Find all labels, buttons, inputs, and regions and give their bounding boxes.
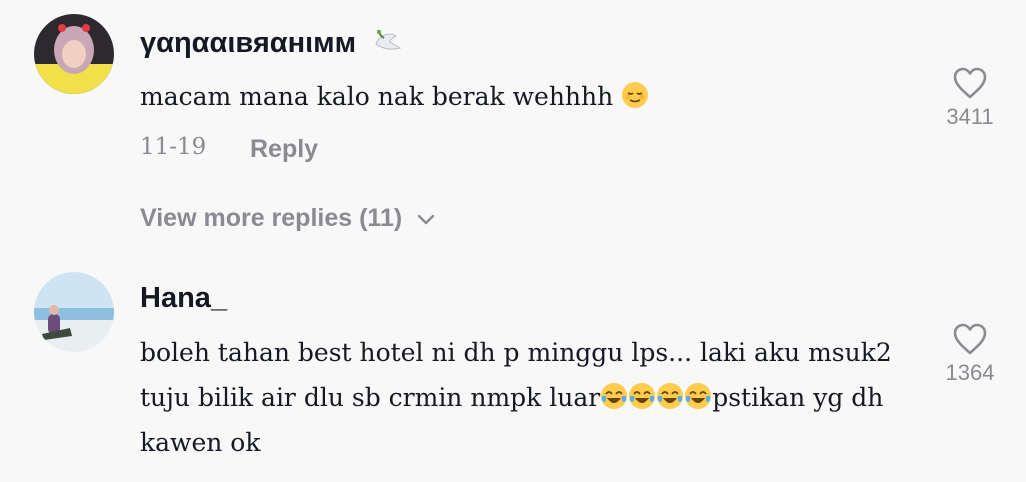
comment-date: 11-19: [140, 134, 207, 160]
dove-icon: [370, 24, 404, 66]
tears-of-joy-emoji: [685, 383, 712, 409]
comment-username[interactable]: γαηααιвяαнιмм: [140, 24, 404, 66]
reply-button[interactable]: Reply: [250, 135, 318, 164]
tears-of-joy-emoji: [657, 383, 684, 409]
heart-icon: [953, 67, 987, 99]
view-more-replies[interactable]: View more replies (11): [140, 204, 436, 233]
heart-icon: [953, 323, 987, 355]
comment-username[interactable]: Hana_: [140, 282, 227, 315]
comment-item: γαηααιвяαнιмм macam mana kalo nak berak …: [0, 0, 1026, 260]
comment-text: macam mana kalo nak berak wehhhh: [140, 74, 910, 119]
tears-of-joy-emoji: [629, 383, 656, 409]
like-button[interactable]: 3411: [935, 66, 1005, 130]
like-count: 1364: [945, 360, 995, 385]
relieved-face-emoji: [622, 82, 649, 108]
avatar[interactable]: [34, 14, 114, 94]
tears-of-joy-emoji: [601, 383, 628, 409]
avatar[interactable]: [34, 272, 114, 352]
chevron-down-icon: [417, 214, 435, 224]
like-count: 3411: [946, 104, 994, 129]
comment-text: boleh tahan best hotel ni dh p minggu lp…: [140, 338, 892, 457]
like-button[interactable]: 1364: [935, 322, 1005, 386]
comment-item: Hana_ boleh tahan best hotel ni dh p min…: [0, 260, 1026, 482]
